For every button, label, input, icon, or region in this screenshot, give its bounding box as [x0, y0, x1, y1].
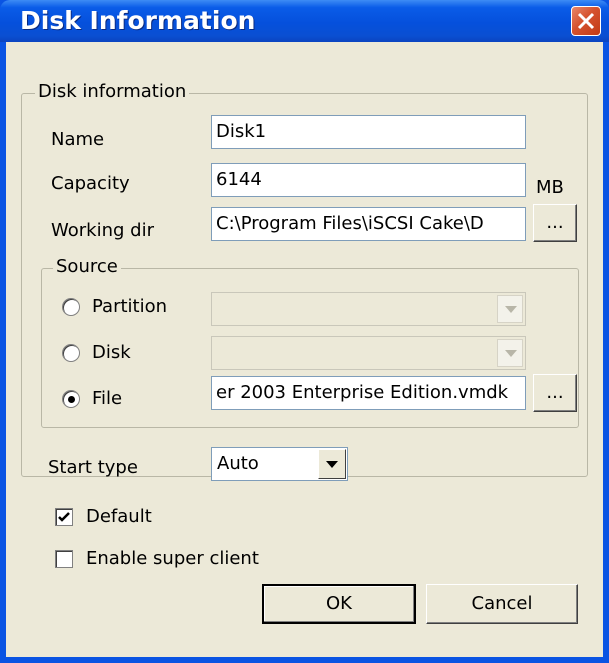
source-legend: Source [53, 256, 121, 278]
working-dir-label: Working dir [51, 220, 154, 241]
close-icon [577, 12, 595, 30]
start-type-dropdown-button[interactable] [318, 449, 346, 479]
file-path-input[interactable]: er 2003 Enterprise Edition.vmdk [211, 376, 526, 410]
partition-select [211, 292, 526, 326]
partition-radio[interactable] [62, 298, 80, 316]
dialog-client-area: Disk information Name Disk1 Capacity 614… [6, 42, 603, 657]
file-browse-button[interactable]: ... [533, 374, 577, 412]
start-type-select[interactable]: Auto [211, 447, 348, 481]
working-dir-input[interactable]: C:\Program Files\iSCSI Cake\D [211, 207, 526, 241]
partition-select-arrow [497, 295, 523, 323]
checkmark-icon [58, 512, 70, 522]
start-type-label: Start type [48, 457, 138, 478]
chevron-down-icon [505, 306, 517, 313]
disk-label: Disk [92, 342, 131, 363]
disk-radio[interactable] [62, 344, 80, 362]
capacity-label: Capacity [51, 173, 130, 194]
partition-label: Partition [92, 296, 168, 317]
name-input[interactable]: Disk1 [211, 115, 526, 149]
cancel-button[interactable]: Cancel [426, 584, 578, 624]
ok-button[interactable]: OK [262, 584, 416, 624]
capacity-unit: MB [536, 177, 564, 198]
default-checkbox[interactable] [55, 508, 73, 526]
disk-information-legend: Disk information [35, 81, 190, 103]
title-bar[interactable]: Disk Information [0, 0, 609, 42]
start-type-value: Auto [217, 453, 259, 474]
disk-select [211, 336, 526, 370]
close-button[interactable] [571, 6, 601, 36]
name-label: Name [51, 129, 105, 150]
working-dir-browse-button[interactable]: ... [533, 204, 577, 242]
dialog-window: Disk Information Disk information Name D… [0, 0, 609, 663]
radio-selected-dot [68, 396, 75, 403]
chevron-down-icon [326, 461, 338, 468]
super-client-checkbox[interactable] [55, 550, 73, 568]
super-client-label: Enable super client [86, 548, 259, 569]
file-label: File [92, 388, 123, 409]
disk-select-arrow [497, 339, 523, 367]
window-title: Disk Information [20, 6, 256, 35]
chevron-down-icon [505, 350, 517, 357]
capacity-input[interactable]: 6144 [211, 163, 526, 197]
default-label: Default [86, 506, 152, 527]
file-radio[interactable] [62, 390, 80, 408]
